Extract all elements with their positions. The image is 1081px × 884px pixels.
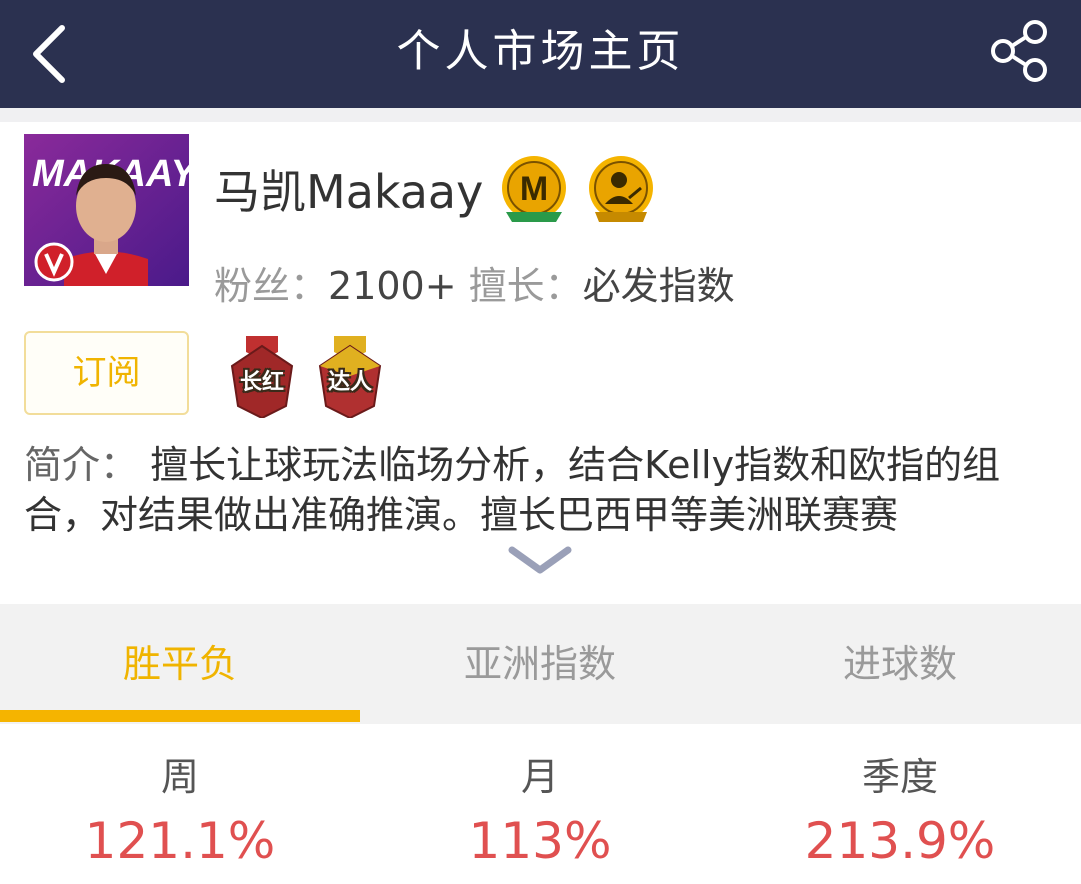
quarter-label: 季度 [861,755,938,799]
week-label: 周 [160,755,199,799]
page-title: 个人市场主页 [396,26,685,77]
avatar[interactable]: MAKAAY [24,134,189,286]
medal-label: 长红 [239,370,284,395]
medal-long-red: 长红 [226,336,298,420]
chevron-down-icon[interactable] [506,544,574,576]
intro-text: 简介： 擅长让球玩法临场分析，结合Kelly指数和欧指的组合，对结果做出准确推演… [24,440,1064,540]
fans-count: 2100+ [328,264,457,308]
intro-body: 擅长让球玩法临场分析，结合Kelly指数和欧指的组合，对结果做出准确推演。擅长巴… [24,443,1001,537]
intro-label: 简介： [24,443,139,487]
quarter-return-value: 213.9% [804,812,996,870]
header-divider [0,108,1081,122]
active-tab-indicator [0,710,360,722]
fans-label: 粉丝： [214,264,329,308]
tab-goals[interactable]: 进球数 [720,604,1080,724]
profile-stats-line: 粉丝：2100+ 擅长：必发指数 [214,258,735,314]
m-level-badge-icon: M [502,156,566,222]
week-return-value: 121.1% [84,812,276,870]
tab-bar: 胜平负 亚洲指数 进球数 [0,604,1081,724]
month-label: 月 [520,755,559,799]
expertise-value: 必发指数 [582,264,735,308]
month-return-value: 113% [468,812,612,870]
svg-text:M: M [520,170,548,208]
medal-label: 达人 [327,370,372,395]
tab-asian-index[interactable]: 亚洲指数 [360,604,720,724]
top-navbar: 个人市场主页 [0,0,1081,108]
expertise-label: 擅长： [468,264,583,308]
medal-expert: 达人 [314,336,386,420]
profile-name: 马凯Makaay [214,165,484,219]
expert-badge-icon [589,156,653,222]
subscribe-button[interactable]: 订阅 [24,331,189,415]
tab-win-draw-loss[interactable]: 胜平负 [0,604,360,724]
share-icon[interactable] [987,18,1053,84]
